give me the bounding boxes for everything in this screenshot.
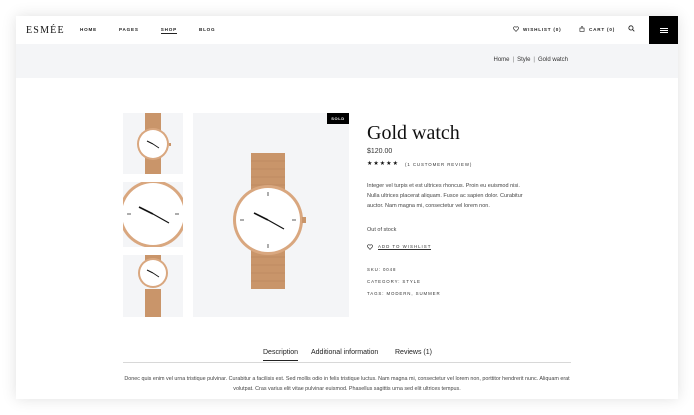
add-to-wishlist-button[interactable]: ADD TO WISHLIST: [367, 244, 432, 250]
thumbnail-1[interactable]: [123, 113, 183, 174]
star-icon: ★: [367, 161, 373, 167]
menu-button[interactable]: [649, 16, 678, 44]
site-logo[interactable]: ESMÉE: [26, 25, 65, 36]
wishlist-label: WISHLIST (0): [523, 26, 562, 32]
breadcrumb-separator: |: [512, 57, 515, 63]
thumbnail-2[interactable]: [123, 182, 183, 247]
bag-icon: [579, 26, 585, 32]
cart-label: CART (0): [589, 26, 616, 32]
breadcrumb-bar: Home | Style | Gold watch: [16, 44, 678, 78]
review-count-link[interactable]: (1 CUSTOMER REVIEW): [405, 162, 472, 167]
product-price: $120.00: [367, 148, 393, 155]
product-sku: SKU: 0048: [367, 267, 397, 272]
nav-home[interactable]: HOME: [80, 27, 97, 34]
rating-stars: ★ ★ ★ ★ ★: [367, 161, 398, 167]
site-header: ESMÉE HOME PAGES SHOP BLOG WISHLIST (0) …: [16, 16, 678, 44]
heart-icon: [513, 26, 519, 32]
nav-pages[interactable]: PAGES: [119, 27, 139, 34]
product-title: Gold watch: [367, 122, 460, 144]
breadcrumb-separator: |: [533, 57, 535, 63]
tab-additional-information[interactable]: Additional information: [311, 349, 378, 360]
heart-icon: [367, 244, 373, 250]
tab-description[interactable]: Description: [263, 349, 299, 361]
thumbnail-3[interactable]: [123, 255, 183, 317]
product-tags[interactable]: TAGS: MODERN, SUMMER: [367, 291, 441, 296]
hamburger-icon: [659, 29, 668, 31]
breadcrumb-style[interactable]: Style: [517, 57, 530, 63]
breadcrumb-current: Gold watch: [537, 57, 568, 63]
nav-shop[interactable]: SHOP: [160, 27, 177, 34]
product-description: Integer vel turpis et est ultrices rhonc…: [367, 183, 523, 209]
product-tabs: Description Additional information Revie…: [123, 349, 571, 363]
nav-blog[interactable]: BLOG: [199, 27, 215, 34]
star-icon: ★: [386, 161, 392, 167]
cart-link[interactable]: CART (0): [579, 26, 615, 32]
search-icon[interactable]: [628, 25, 635, 32]
star-icon: ★: [373, 161, 379, 167]
product-main-image[interactable]: [193, 113, 349, 317]
tab-reviews[interactable]: Reviews (1): [395, 349, 432, 360]
stock-status: Out of stock: [367, 227, 397, 233]
add-to-wishlist-label: ADD TO WISHLIST: [378, 244, 432, 250]
star-icon: ★: [392, 161, 398, 167]
breadcrumb: Home | Style | Gold watch: [494, 57, 569, 63]
wishlist-link[interactable]: WISHLIST (0): [513, 26, 561, 32]
star-icon: ★: [379, 161, 386, 167]
product-category[interactable]: CATEGORY: STYLE: [367, 279, 421, 284]
page-frame: ESMÉE HOME PAGES SHOP BLOG WISHLIST (0) …: [16, 16, 678, 399]
main-nav: HOME PAGES SHOP BLOG: [80, 27, 237, 34]
tab-content-text: Donec quis enim vel urna tristique pulvi…: [124, 376, 570, 392]
sold-badge: SOLD: [327, 113, 349, 124]
breadcrumb-home[interactable]: Home: [494, 57, 510, 63]
